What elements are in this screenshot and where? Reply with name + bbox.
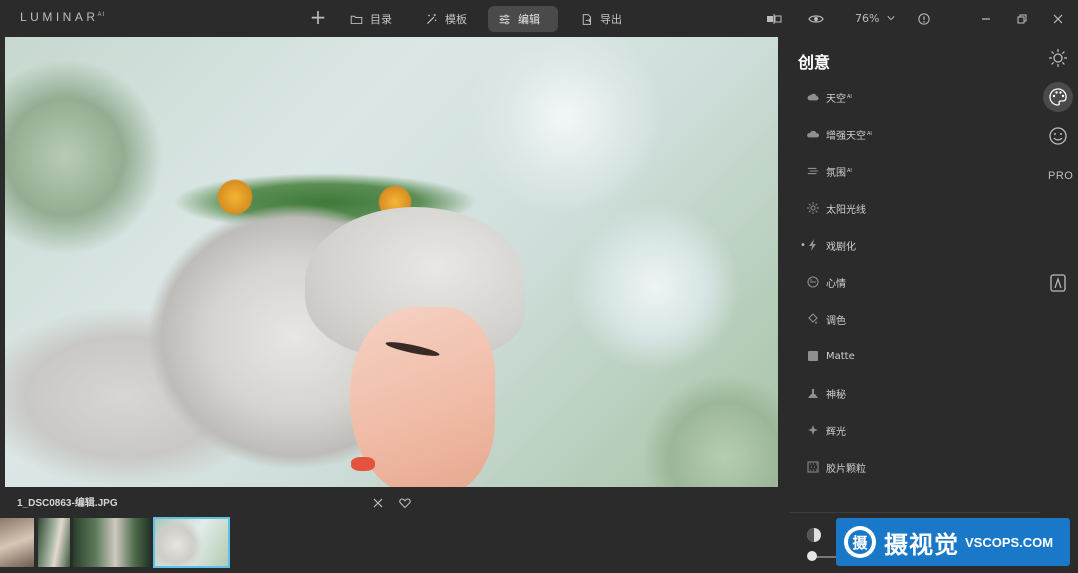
- chevron-down-icon: [887, 16, 895, 21]
- export-button[interactable]: 导出: [570, 6, 632, 32]
- app-logo: LUMINARAI: [20, 10, 106, 24]
- restore-icon[interactable]: [1016, 10, 1032, 26]
- cloud-icon: [806, 90, 820, 104]
- rail-pro-label[interactable]: PRO: [1048, 170, 1073, 182]
- tool-dramatic[interactable]: • 戏剧化: [800, 235, 856, 255]
- zoom-level: 76%: [855, 11, 880, 25]
- rail-creative-palette-icon[interactable]: [1043, 82, 1073, 112]
- reject-x-icon[interactable]: [372, 494, 384, 508]
- tool-mood[interactable]: 心情: [800, 272, 846, 292]
- adjustment-ball-icon: [806, 527, 822, 543]
- rail-essentials-sun-icon[interactable]: [1043, 43, 1073, 73]
- compare-icon[interactable]: [765, 10, 782, 26]
- magic-wand-icon: [427, 13, 437, 24]
- svg-text:摄: 摄: [852, 534, 868, 552]
- edit-button[interactable]: 编辑: [488, 6, 558, 32]
- watermark-en-text: VSCOPS.COM: [965, 534, 1054, 550]
- help-icon[interactable]: [918, 10, 934, 26]
- tool-mystical[interactable]: 神秘: [800, 383, 846, 403]
- matte-icon: [806, 349, 820, 363]
- minimize-icon[interactable]: [980, 10, 996, 26]
- watermark-banner: 摄 摄视觉 VSCOPS.COM: [836, 518, 1070, 566]
- catalog-button[interactable]: 目录: [340, 6, 402, 32]
- rail-portrait-face-icon[interactable]: [1043, 121, 1073, 151]
- color-toning-icon: [806, 312, 820, 326]
- favorite-heart-icon[interactable]: [399, 494, 411, 509]
- filmstrip-thumbnail[interactable]: [38, 518, 70, 567]
- sunrays-icon: [806, 201, 820, 215]
- tool-atmosphere[interactable]: 氛围 AI: [800, 161, 852, 181]
- panel-divider: [790, 512, 1040, 513]
- add-photos-button[interactable]: +: [308, 6, 328, 30]
- preview-eye-icon[interactable]: [808, 10, 824, 26]
- filmstrip-thumbnail[interactable]: [73, 518, 150, 567]
- tool-augmented-sky[interactable]: 增强天空 AI: [800, 124, 872, 144]
- panel-title: 创意: [798, 53, 831, 72]
- export-icon: [582, 13, 592, 25]
- sliders-icon: [499, 14, 510, 24]
- top-bar: LUMINARAI + 目录 模板 编辑 导出 76%: [0, 0, 1078, 36]
- mystical-icon: [806, 386, 820, 400]
- tool-sky[interactable]: 天空 AI: [800, 87, 852, 107]
- tools-panel: [780, 37, 1078, 573]
- mood-icon: [806, 275, 820, 289]
- tool-matte[interactable]: Matte: [800, 346, 855, 366]
- photo-lips: [351, 457, 375, 471]
- cloud-plus-icon: [806, 127, 820, 141]
- main-photo-canvas[interactable]: [5, 37, 778, 487]
- filmstrip-thumbnail-selected[interactable]: [153, 517, 230, 568]
- templates-button[interactable]: 模板: [415, 6, 477, 32]
- lightning-icon: [806, 238, 820, 252]
- zoom-dropdown[interactable]: 76%: [855, 0, 895, 36]
- glow-icon: [806, 423, 820, 437]
- tool-glow[interactable]: 辉光: [800, 420, 846, 440]
- rail-local-masking-icon[interactable]: [1043, 268, 1073, 298]
- tool-sunrays[interactable]: 太阳光线: [800, 198, 866, 218]
- tool-film-grain[interactable]: 胶片颗粒: [800, 457, 866, 477]
- film-grain-icon: [806, 460, 820, 474]
- atmosphere-icon: [806, 164, 820, 178]
- folder-icon: [350, 15, 363, 24]
- filmstrip-thumbnail[interactable]: [0, 518, 34, 567]
- tool-color-toning[interactable]: 调色: [800, 309, 846, 329]
- image-filename: 1_DSC0863-编辑.JPG: [17, 498, 118, 509]
- amount-slider-handle[interactable]: [807, 551, 817, 561]
- camera-aperture-logo-icon: 摄: [844, 526, 876, 558]
- close-icon[interactable]: [1052, 10, 1068, 26]
- watermark-cn-text: 摄视觉: [884, 530, 959, 559]
